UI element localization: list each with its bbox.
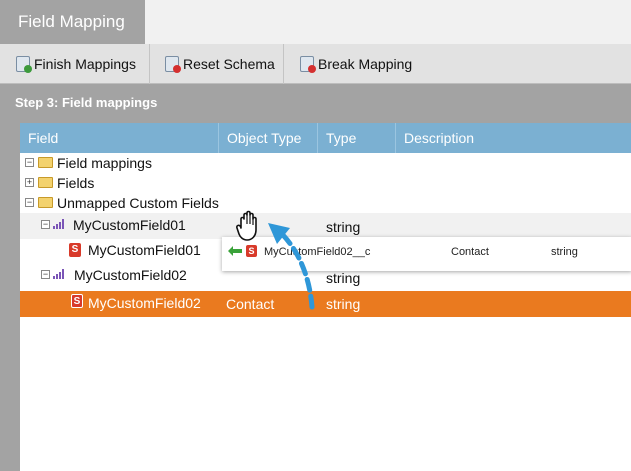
- tree-label: MyCustomField01: [73, 217, 186, 233]
- toolbar: Finish Mappings Reset Schema Break Mappi…: [0, 44, 631, 84]
- collapse-icon[interactable]: −: [41, 220, 50, 229]
- tree-label: MyCustomField02: [88, 295, 201, 311]
- column-header-description[interactable]: Description: [396, 123, 631, 153]
- break-mapping-button[interactable]: Break Mapping: [300, 44, 412, 84]
- folder-open-icon: [38, 157, 53, 168]
- tree-label: MyCustomField01: [88, 242, 201, 258]
- reset-schema-label: Reset Schema: [183, 56, 275, 72]
- column-header-field[interactable]: Field: [20, 123, 219, 153]
- tree-label: Fields: [57, 175, 95, 191]
- break-mapping-label: Break Mapping: [318, 56, 413, 72]
- tab-field-mapping[interactable]: Field Mapping: [0, 0, 145, 44]
- tree-row-unmapped-custom-fields[interactable]: − Unmapped Custom Fields: [20, 193, 631, 213]
- step-title: Step 3: Field mappings: [15, 95, 158, 110]
- tree-row-fields[interactable]: + Fields: [20, 173, 631, 193]
- salesforce-field-icon: S: [71, 294, 83, 308]
- tree-label: MyCustomField02: [74, 267, 187, 283]
- tab-bar: Field Mapping: [0, 0, 631, 44]
- break-mapping-icon: [300, 56, 316, 73]
- drag-type: string: [551, 246, 578, 258]
- reset-schema-button[interactable]: Reset Schema: [165, 44, 275, 84]
- column-header-type[interactable]: Type: [318, 123, 396, 153]
- tree-label: Unmapped Custom Fields: [57, 195, 219, 211]
- database-check-icon: [16, 56, 32, 73]
- column-header-object-type[interactable]: Object Type: [219, 123, 318, 153]
- finish-mappings-label: Finish Mappings: [34, 56, 136, 72]
- signal-bars-icon: [53, 219, 65, 229]
- hand-cursor-icon: [236, 210, 257, 241]
- map-arrow-icon: [228, 246, 242, 256]
- tree-label: Field mappings: [57, 155, 152, 171]
- collapse-icon[interactable]: −: [25, 158, 34, 167]
- signal-bars-icon: [53, 269, 65, 279]
- collapse-icon[interactable]: −: [25, 198, 34, 207]
- tree-row-field-mappings[interactable]: − Field mappings: [20, 153, 631, 173]
- grid-header: Field Object Type Type Description: [20, 123, 631, 153]
- database-delete-icon: [165, 56, 181, 73]
- finish-mappings-button[interactable]: Finish Mappings: [16, 44, 136, 84]
- toolbar-divider: [149, 44, 150, 84]
- toolbar-divider: [283, 44, 284, 84]
- folder-icon: [38, 177, 53, 188]
- expand-icon[interactable]: +: [25, 178, 34, 187]
- drag-object-type: Contact: [451, 246, 489, 258]
- folder-open-icon: [38, 197, 53, 208]
- salesforce-field-icon: S: [69, 243, 81, 257]
- collapse-icon[interactable]: −: [41, 270, 50, 279]
